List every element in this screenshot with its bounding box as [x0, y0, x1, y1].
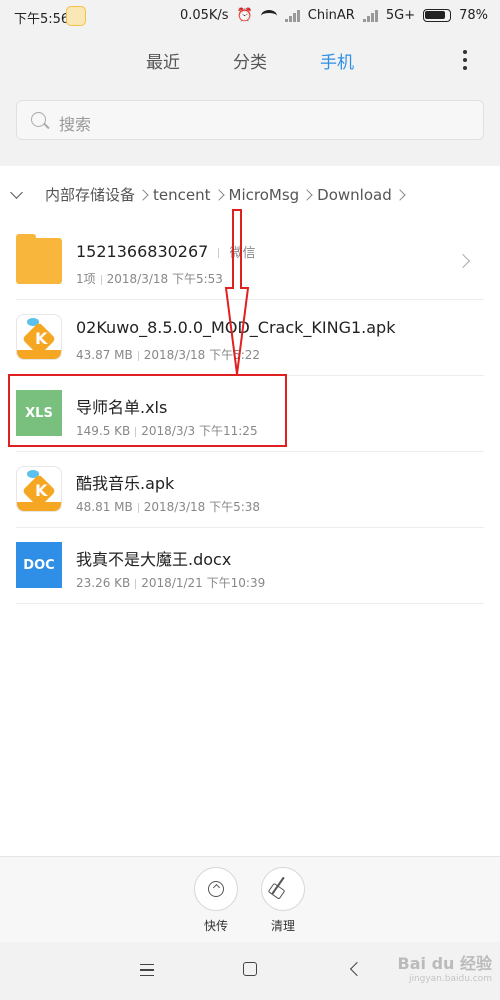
file-browser: 内部存储设备 tencent MicroMsg Download 1521366…: [0, 166, 500, 856]
share-icon: [194, 867, 238, 911]
back-icon[interactable]: [349, 961, 365, 977]
battery-icon: [423, 9, 452, 22]
file-row-kuwo-crack-apk[interactable]: K 02Kuwo_8.5.0.0_MOD_Crack_KING1.apk 43.…: [0, 300, 500, 376]
chevron-right-icon: [394, 188, 406, 201]
file-date: 2018/3/18 下午5:53: [106, 272, 223, 286]
signal-icon: [284, 9, 300, 22]
xls-icon: XLS: [16, 390, 62, 436]
system-nav-bar: Bai du 经验 jingyan.baidu.com: [0, 942, 500, 1000]
doc-icon: DOC: [16, 542, 62, 588]
share-label: 快传: [203, 919, 228, 933]
file-meta: 1项 2018/3/18 下午5:53: [76, 270, 223, 287]
status-indicators: 0.05K/s ⏰ ChinAR 5G+ 78%: [180, 8, 488, 23]
file-row-docx[interactable]: DOC 我真不是大魔王.docx 23.26 KB 2018/1/21 下午10:…: [0, 528, 500, 604]
bottom-action-bar: 快传 清理: [0, 856, 500, 942]
file-date: 2018/3/18 下午5:22: [143, 348, 261, 362]
file-size: 43.87 MB: [76, 348, 133, 362]
breadcrumb-item-storage[interactable]: 内部存储设备: [45, 184, 135, 205]
file-row-kuwo-apk[interactable]: K 酷我音乐.apk 48.81 MB 2018/3/18 下午5:38: [0, 452, 500, 528]
file-date: 2018/1/21 下午10:39: [141, 576, 266, 590]
tab-phone[interactable]: 手机: [320, 48, 354, 73]
separator: [218, 247, 220, 258]
network-type: 5G+: [385, 8, 416, 23]
separator: [135, 578, 137, 589]
breadcrumb-item-download[interactable]: Download: [317, 186, 392, 204]
chevron-right-icon: [301, 188, 313, 201]
status-bar: 下午5:56 0.05K/s ⏰ ChinAR 5G+ 78%: [0, 0, 500, 34]
file-name: 02Kuwo_8.5.0.0_MOD_Crack_KING1.apk: [76, 318, 396, 337]
alarm-icon: ⏰: [236, 8, 253, 23]
file-date: 2018/3/18 下午5:38: [143, 500, 261, 514]
search-placeholder: 搜索: [59, 115, 92, 134]
watermark-url: jingyan.baidu.com: [408, 974, 492, 984]
file-name: 导师名单.xls: [76, 398, 168, 417]
separator: [137, 502, 139, 513]
watermark-logo: Bai du 经验: [397, 954, 492, 973]
file-meta: 48.81 MB 2018/3/18 下午5:38: [76, 498, 260, 515]
notification-app-icon: [66, 6, 86, 26]
top-tab-bar: 最近 分类 手机: [0, 34, 500, 86]
file-name-group: 1521366830267 微信: [76, 242, 256, 261]
breadcrumb: 内部存储设备 tencent MicroMsg Download: [0, 166, 500, 222]
tab-category[interactable]: 分类: [233, 48, 267, 73]
file-name: 酷我音乐.apk: [76, 474, 175, 493]
divider: [16, 603, 484, 604]
separator: [100, 274, 102, 285]
file-meta: 149.5 KB 2018/3/3 下午11:25: [76, 422, 258, 439]
share-button[interactable]: 快传: [191, 867, 241, 934]
file-size: 48.81 MB: [76, 500, 133, 514]
status-time: 下午5:56: [14, 12, 70, 27]
file-row-folder[interactable]: 1521366830267 微信 1项 2018/3/18 下午5:53: [0, 224, 500, 300]
file-meta: 43.87 MB 2018/3/18 下午5:22: [76, 346, 260, 363]
chevron-down-icon[interactable]: [10, 186, 23, 199]
clean-button[interactable]: 清理: [258, 867, 308, 934]
file-size: 149.5 KB: [76, 424, 131, 438]
chevron-right-icon: [212, 188, 225, 201]
clean-label: 清理: [270, 919, 295, 933]
breadcrumb-path: 内部存储设备 tencent MicroMsg Download: [45, 184, 410, 205]
file-date: 2018/3/3 下午11:25: [141, 424, 258, 438]
file-size: 23.26 KB: [76, 576, 131, 590]
file-row-xls[interactable]: XLS 导师名单.xls 149.5 KB 2018/3/3 下午11:25: [0, 376, 500, 452]
kuwo-app-icon: K: [16, 466, 62, 512]
file-name: 1521366830267: [76, 242, 209, 261]
breadcrumb-item-tencent[interactable]: tencent: [153, 186, 210, 204]
wifi-icon: [260, 9, 277, 22]
folder-icon: [16, 234, 62, 284]
chevron-right-icon: [137, 188, 149, 201]
menu-icon[interactable]: [140, 964, 154, 976]
home-icon[interactable]: [243, 962, 257, 976]
file-meta: 23.26 KB 2018/1/21 下午10:39: [76, 574, 265, 591]
separator: [137, 350, 139, 361]
search-icon: [31, 112, 46, 127]
chevron-right-icon: [455, 253, 471, 269]
tab-recent[interactable]: 最近: [146, 48, 180, 73]
network-speed: 0.05K/s: [179, 8, 229, 23]
file-name: 我真不是大魔王.docx: [76, 550, 232, 569]
broom-icon: [261, 867, 305, 911]
kuwo-app-icon: K: [16, 314, 62, 360]
breadcrumb-item-micromsg[interactable]: MicroMsg: [229, 186, 300, 204]
file-source: 微信: [229, 246, 256, 261]
file-size: 1项: [76, 272, 96, 286]
battery-level: 78%: [459, 8, 488, 23]
separator: [135, 426, 137, 437]
search-input[interactable]: 搜索: [16, 100, 484, 140]
signal-icon-2: [362, 9, 378, 22]
more-options-icon[interactable]: [462, 50, 468, 70]
carrier-name: ChinAR: [307, 8, 355, 23]
